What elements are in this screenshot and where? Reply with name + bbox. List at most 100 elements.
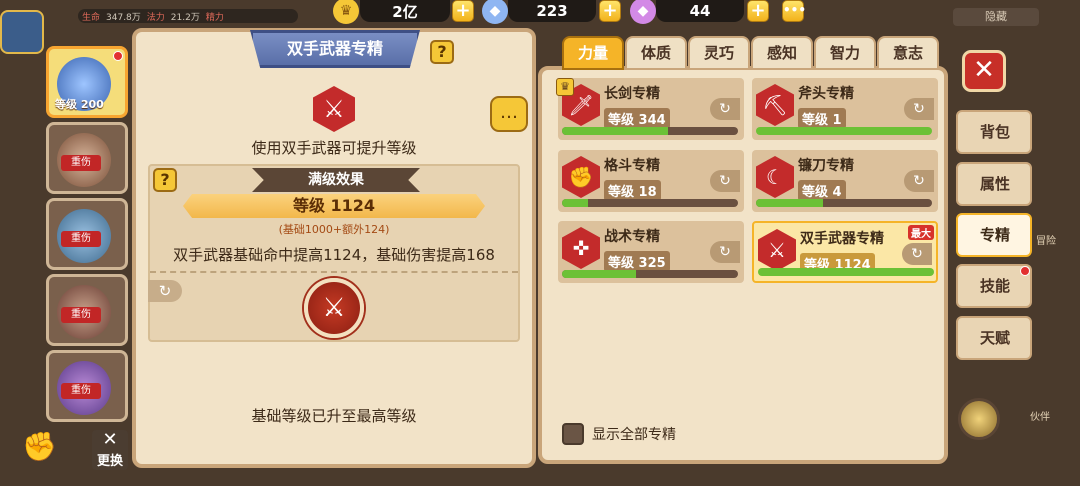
tab-strength[interactable]: 力量 — [562, 36, 624, 70]
skill-progress-fill — [562, 127, 668, 135]
max-level-bar: 等级 1124 — [183, 194, 485, 218]
swap-button[interactable]: ✕ 更换 — [92, 430, 128, 470]
skill-name: 长剑专精 — [604, 86, 660, 102]
detail-footer: 基础等级已升至最高等级 — [251, 407, 417, 425]
player-stats: 生命 347.8万 法力 21.2万 精力 — [78, 9, 298, 23]
hero-level: 等级 200 — [55, 98, 104, 111]
gem-icon: ◆ — [630, 0, 656, 24]
skill-progress-fill — [756, 199, 823, 207]
more-button[interactable]: ••• — [782, 0, 806, 22]
menu-knob[interactable] — [958, 398, 1000, 440]
energy-label: 精力 — [205, 12, 224, 23]
skill-name: 斧头专精 — [798, 86, 854, 102]
hero-thumb-4[interactable]: 重伤 — [46, 274, 128, 346]
skill-progress-bar — [756, 127, 932, 135]
injured-badge: 重伤 — [61, 155, 101, 171]
skill-level: 等级 18 — [604, 180, 661, 201]
hero-thumb-5[interactable]: 重伤 — [46, 350, 128, 422]
crossed-swords-icon: ⚔ — [758, 229, 796, 271]
skill-name: 战术专精 — [604, 229, 660, 245]
hp-label: 生命 — [82, 12, 101, 23]
skill-card[interactable]: ☾ 镰刀专精等级 4 ↻ — [752, 150, 938, 212]
hero-thumb-1[interactable]: 等级 200 — [46, 46, 128, 118]
scythe-icon: ☾ — [756, 156, 794, 198]
tab-perception[interactable]: 感知 — [751, 36, 813, 70]
max-badge: 最大 — [908, 225, 934, 240]
tactics-icon: ✜ — [562, 227, 600, 269]
detail-title: 双手武器专精 — [250, 30, 420, 68]
cycle-icon[interactable]: ↻ — [710, 241, 740, 263]
skill-card[interactable]: ✊ 格斗专精 等级 18 ↻ — [558, 150, 744, 212]
skill-level: 等级 344 — [604, 108, 670, 129]
skill-progress-bar — [758, 268, 934, 276]
show-all-label: 显示全部专精 — [592, 427, 676, 443]
tab-constitution[interactable]: 体质 — [625, 36, 687, 70]
close-button[interactable]: ✕ — [962, 50, 1006, 92]
skill-progress-bar — [562, 270, 738, 278]
cycle-icon[interactable]: ↻ — [710, 170, 740, 192]
show-all-toggle[interactable]: 显示全部专精 — [562, 423, 676, 445]
detail-description: 使用双手武器可提升等级 — [251, 139, 417, 157]
skill-progress-fill — [758, 268, 934, 276]
diamond-icon: ◆ — [482, 0, 508, 24]
show-all-checkbox[interactable] — [562, 423, 584, 445]
mp-value: 21.2万 — [170, 12, 200, 23]
skill-name: 双手武器专精 — [800, 231, 884, 247]
add-gold-button[interactable]: + — [452, 0, 474, 22]
max-effect-ribbon: 满级效果 — [252, 168, 420, 192]
skill-level: 等级 4 — [798, 180, 846, 201]
skill-card[interactable]: 🗡 长剑专精 等级 344 ↻ — [558, 78, 744, 140]
add-gem-button[interactable]: + — [747, 0, 769, 22]
skill-card[interactable]: ✜ 战术专精等级 325 ↻ — [558, 221, 744, 283]
fist-icon[interactable]: ✊ — [22, 430, 57, 463]
gem-amount: 44 — [656, 0, 744, 22]
effect-help-button[interactable]: ? — [153, 168, 177, 192]
cycle-icon[interactable]: ↻ — [904, 170, 934, 192]
skill-name: 镰刀专精 — [798, 158, 854, 174]
add-diamond-button[interactable]: + — [599, 0, 621, 22]
hide-button[interactable]: 隐藏 — [953, 8, 1039, 26]
chat-icon[interactable]: … — [490, 96, 528, 132]
adventure-label[interactable]: 冒险 — [1036, 232, 1056, 247]
sidebar-item-mastery[interactable]: 专精 — [956, 213, 1032, 257]
cycle-icon[interactable]: ↻ — [710, 98, 740, 120]
injured-badge: 重伤 — [61, 231, 101, 247]
cycle-icon[interactable]: ↻ — [902, 243, 932, 265]
weapon-skill-icon[interactable]: ⚔ — [304, 278, 364, 338]
hero-thumb-3[interactable]: 重伤 — [46, 198, 128, 270]
gold-icon: ♛ — [333, 0, 359, 24]
sidebar-item-talents[interactable]: 天赋 — [956, 316, 1032, 360]
skill-card[interactable]: ⚔ 双手武器专精 等级 1124 ↻ 最大 — [752, 221, 938, 283]
effect-description: 双手武器基础命中提高1124，基础伤害提高168 — [173, 246, 495, 264]
skill-card[interactable]: ⛏ 斧头专精等级 1 ↻ — [752, 78, 938, 140]
skill-progress-bar — [562, 127, 738, 135]
tab-willpower[interactable]: 意志 — [877, 36, 939, 70]
partner-label[interactable]: 伙伴 — [1030, 408, 1050, 423]
sidebar-item-bag[interactable]: 背包 — [956, 110, 1032, 154]
axe-icon: ⛏ — [756, 84, 794, 126]
help-button[interactable]: ? — [430, 40, 454, 64]
cycle-icon[interactable]: ↻ — [904, 98, 934, 120]
skill-name: 格斗专精 — [604, 158, 660, 174]
cycle-icon[interactable]: ↻ — [148, 280, 182, 302]
swap-icon: ✕ — [102, 429, 118, 450]
hp-value: 347.8万 — [106, 12, 141, 23]
skill-progress-bar — [756, 199, 932, 207]
injured-badge: 重伤 — [61, 383, 101, 399]
tab-dexterity[interactable]: 灵巧 — [688, 36, 750, 70]
hero-list: 等级 200 重伤 重伤 重伤 重伤 — [0, 28, 132, 486]
hero-thumb-2[interactable]: 重伤 — [46, 122, 128, 194]
skill-level: 等级 1 — [798, 108, 846, 129]
skill-progress-bar — [562, 199, 738, 207]
diamond-amount: 223 — [508, 0, 596, 22]
tab-intelligence[interactable]: 智力 — [814, 36, 876, 70]
skill-progress-fill — [562, 199, 589, 207]
notice-dot — [113, 51, 123, 61]
injured-badge: 重伤 — [61, 307, 101, 323]
level-breakdown: (基础1000+额外124) — [278, 223, 390, 236]
skill-level: 等级 325 — [604, 251, 670, 272]
divider — [150, 271, 518, 273]
skills-notice-dot — [1020, 266, 1030, 276]
gold-amount: 2亿 — [360, 0, 450, 22]
sidebar-item-attributes[interactable]: 属性 — [956, 162, 1032, 206]
